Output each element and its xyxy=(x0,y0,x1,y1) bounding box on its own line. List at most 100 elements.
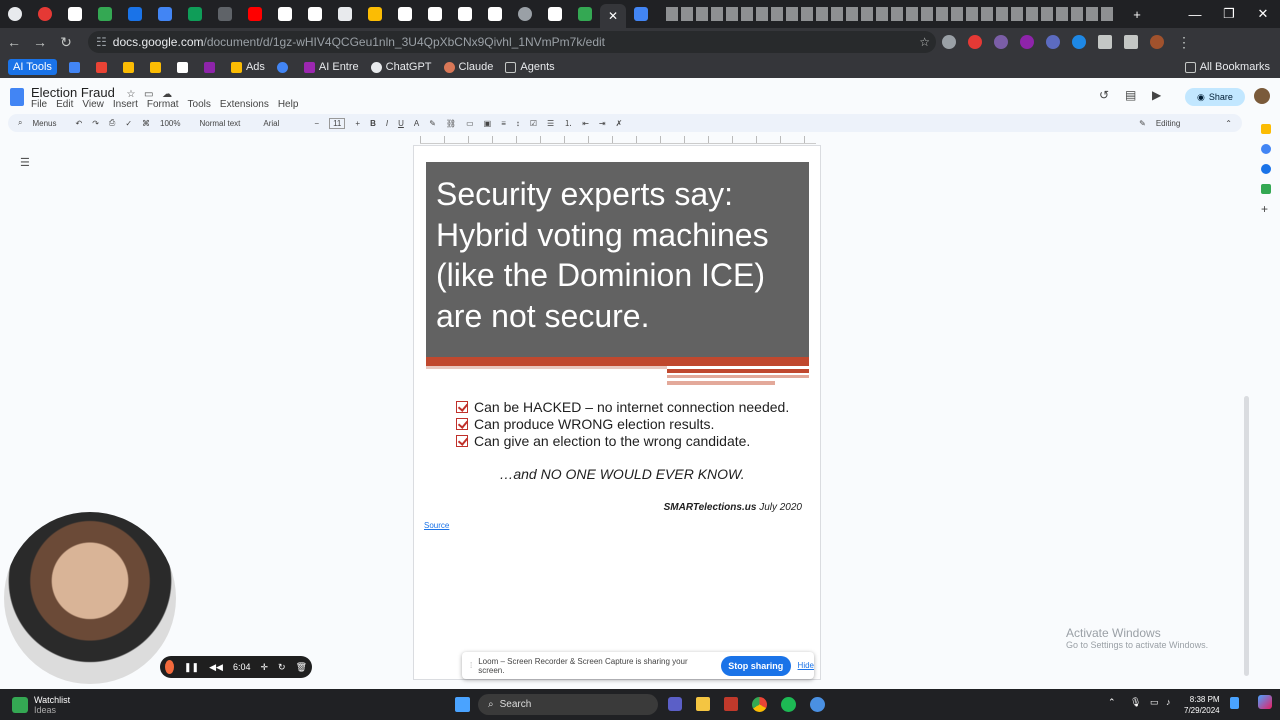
mic-icon[interactable] xyxy=(942,35,956,49)
tab-favicon[interactable] xyxy=(68,7,82,21)
close-tab-icon[interactable]: ✕ xyxy=(608,9,618,23)
italic-icon[interactable]: I xyxy=(386,119,388,128)
extension-icon[interactable] xyxy=(1046,35,1060,49)
account-avatar[interactable] xyxy=(1252,86,1272,106)
menu-format[interactable]: Format xyxy=(147,99,179,110)
active-tab[interactable]: ✕ xyxy=(600,4,626,28)
back-icon[interactable]: ← xyxy=(2,34,26,50)
notification-icon[interactable] xyxy=(1230,697,1239,709)
profile-avatar-icon[interactable] xyxy=(1150,35,1164,49)
tab-favicon[interactable] xyxy=(488,7,502,21)
ruler[interactable] xyxy=(420,136,816,144)
indent-decrease-icon[interactable]: ⇤ xyxy=(582,119,589,128)
tab-favicon[interactable] xyxy=(188,7,202,21)
site-info-icon[interactable]: ☷ xyxy=(96,35,107,49)
editing-mode-select[interactable]: Editing xyxy=(1156,119,1180,128)
contacts-icon[interactable] xyxy=(1261,164,1271,174)
underline-icon[interactable]: U xyxy=(398,119,404,128)
minimize-icon[interactable]: — xyxy=(1178,7,1212,22)
search-menus-icon[interactable]: ⌕ xyxy=(18,118,22,128)
decrease-font-icon[interactable]: − xyxy=(314,119,319,128)
forward-icon[interactable]: → xyxy=(28,34,52,50)
file-explorer-icon[interactable] xyxy=(696,697,710,711)
font-size-field[interactable]: 11 xyxy=(329,117,346,129)
extension-icon[interactable] xyxy=(1020,35,1034,49)
bookmark-icon[interactable] xyxy=(149,61,165,73)
tab-favicon[interactable] xyxy=(398,7,412,21)
bookmark-ads[interactable]: Ads xyxy=(230,61,265,73)
download-icon[interactable] xyxy=(1124,35,1138,49)
system-clock[interactable]: 8:38 PM 7/29/2024 xyxy=(1184,694,1220,716)
google-docs-logo-icon[interactable] xyxy=(10,88,24,106)
bookmark-icon[interactable] xyxy=(276,61,292,73)
volume-icon[interactable]: ♪ xyxy=(1166,697,1171,707)
start-icon[interactable] xyxy=(455,697,470,712)
stop-recording-icon[interactable] xyxy=(165,660,174,674)
zoom-select[interactable]: 100% xyxy=(160,119,180,128)
app-icon[interactable] xyxy=(724,697,738,711)
document-title[interactable]: Election Fraud xyxy=(31,85,115,100)
line-spacing-icon[interactable]: ↕ xyxy=(516,119,520,128)
menu-extensions[interactable]: Extensions xyxy=(220,99,269,110)
bold-icon[interactable]: B xyxy=(370,119,376,128)
delete-icon[interactable]: 🗑 xyxy=(296,662,307,673)
comments-icon[interactable]: ▤ xyxy=(1125,88,1136,102)
tab-favicon[interactable] xyxy=(634,7,648,21)
highlight-icon[interactable]: ✎ xyxy=(429,119,436,128)
restart-icon[interactable]: ↻ xyxy=(278,662,286,673)
bookmark-icon[interactable] xyxy=(68,61,84,73)
app-icon[interactable] xyxy=(810,697,825,712)
editing-pencil-icon[interactable]: ✎ xyxy=(1139,119,1146,128)
rewind-icon[interactable]: ◀◀ xyxy=(209,662,223,673)
spotify-icon[interactable] xyxy=(781,697,796,712)
close-window-icon[interactable]: ✕ xyxy=(1246,6,1280,22)
checklist-icon[interactable]: ☑ xyxy=(530,119,537,128)
menu-file[interactable]: File xyxy=(31,99,47,110)
increase-font-icon[interactable]: + xyxy=(355,119,360,128)
search-menus[interactable]: Menus xyxy=(32,119,56,128)
bookmark-chatgpt[interactable]: ChatGPT xyxy=(370,61,432,73)
comment-icon[interactable]: ▭ xyxy=(466,119,474,128)
adblock-icon[interactable] xyxy=(968,35,982,49)
text-color-icon[interactable]: A xyxy=(414,119,419,128)
style-select[interactable]: Normal text xyxy=(199,119,240,128)
link-icon[interactable]: ⛓ xyxy=(446,119,456,128)
tab-favicon[interactable] xyxy=(218,7,232,21)
maps-icon[interactable] xyxy=(1261,184,1271,194)
tab-favicon[interactable] xyxy=(518,7,532,21)
tray-overflow-icon[interactable]: ⌃ xyxy=(1108,697,1116,708)
extension-icon[interactable] xyxy=(994,35,1008,49)
bookmark-agents[interactable]: Agents xyxy=(505,61,555,73)
print-icon[interactable]: ⎙ xyxy=(109,118,115,128)
align-icon[interactable]: ≡ xyxy=(501,119,506,128)
bulleted-list-icon[interactable]: ☰ xyxy=(547,119,554,128)
numbered-list-icon[interactable]: ⒈ xyxy=(564,118,572,129)
add-addon-icon[interactable]: + xyxy=(1261,203,1271,215)
menu-view[interactable]: View xyxy=(82,99,104,110)
meet-icon[interactable]: ▶ xyxy=(1152,88,1161,102)
tab-favicon[interactable] xyxy=(128,7,142,21)
document-outline-icon[interactable]: ☰ xyxy=(20,156,30,169)
share-button[interactable]: ◉ Share xyxy=(1185,88,1245,106)
keep-icon[interactable] xyxy=(1261,124,1271,134)
image-icon[interactable]: ▣ xyxy=(484,119,492,128)
copilot-icon[interactable] xyxy=(1258,695,1272,709)
tab-favicon[interactable] xyxy=(548,7,562,21)
menu-insert[interactable]: Insert xyxy=(113,99,138,110)
reload-icon[interactable]: ↻ xyxy=(54,34,78,51)
bookmark-icon[interactable] xyxy=(203,61,219,73)
font-select[interactable]: Arial xyxy=(263,119,279,128)
tab-favicon[interactable] xyxy=(368,7,382,21)
maximize-icon[interactable]: ❐ xyxy=(1212,6,1246,22)
watchlist-widget[interactable]: Watchlist Ideas xyxy=(34,695,70,715)
draw-icon[interactable]: ✛ xyxy=(260,662,268,673)
bookmark-claude[interactable]: Claude xyxy=(443,61,493,73)
tab-favicon[interactable] xyxy=(278,7,292,21)
extensions-puzzle-icon[interactable] xyxy=(1098,35,1112,49)
menu-help[interactable]: Help xyxy=(278,99,299,110)
tab-favicon[interactable] xyxy=(308,7,322,21)
tab-favicon[interactable] xyxy=(98,7,112,21)
clear-format-icon[interactable]: ✗ xyxy=(616,119,623,128)
bookmark-icon[interactable] xyxy=(176,61,192,73)
pause-icon[interactable]: ❚❚ xyxy=(184,662,199,673)
